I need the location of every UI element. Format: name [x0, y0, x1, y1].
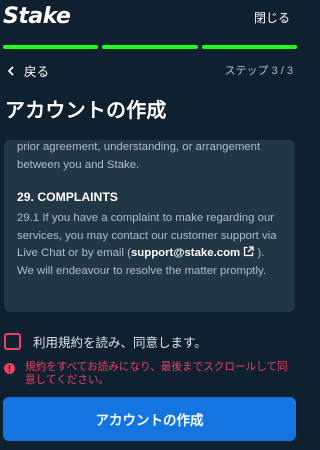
back-button[interactable]: 戻る: [5, 61, 49, 80]
error-icon: [4, 363, 15, 374]
external-link-icon[interactable]: [243, 246, 254, 257]
terms-section-body: 29.1 If you have a complaint to make reg…: [17, 210, 283, 280]
top-bar: Stake 閉じる: [0, 0, 299, 34]
terms-scroll-area[interactable]: prior agreement, understanding, or arran…: [4, 140, 295, 312]
step-segment-1: [3, 45, 99, 49]
support-email-link[interactable]: support@stake.com: [131, 247, 240, 259]
page-title: アカウントの作成: [5, 100, 167, 122]
error-text: 規約をすべてお読みになり、最後までスクロールして同意してください。: [25, 361, 288, 386]
step-segment-2: [102, 45, 198, 49]
step-progress-bar: [3, 45, 297, 49]
step-indicator: ステップ 3 / 3: [224, 65, 293, 77]
agree-terms-label: 利用規約を読み、同意します。: [33, 336, 207, 350]
chevron-left-icon: [8, 66, 14, 75]
terms-section-heading: 29. COMPLAINTS: [17, 190, 118, 205]
create-account-label: アカウントの作成: [95, 413, 204, 428]
agree-terms-checkbox[interactable]: [4, 333, 21, 350]
close-button[interactable]: 閉じる: [254, 9, 290, 26]
agree-terms-checkbox-row[interactable]: 利用規約を読み、同意します。: [4, 332, 207, 351]
stake-logo[interactable]: Stake: [3, 4, 71, 29]
terms-intro-text: prior agreement, understanding, or arran…: [17, 141, 261, 171]
create-account-button[interactable]: アカウントの作成: [3, 397, 296, 441]
error-message: 規約をすべてお読みになり、最後までスクロールして同意してください。: [4, 361, 296, 386]
back-label: 戻る: [24, 65, 50, 79]
step-segment-3: [201, 45, 297, 49]
